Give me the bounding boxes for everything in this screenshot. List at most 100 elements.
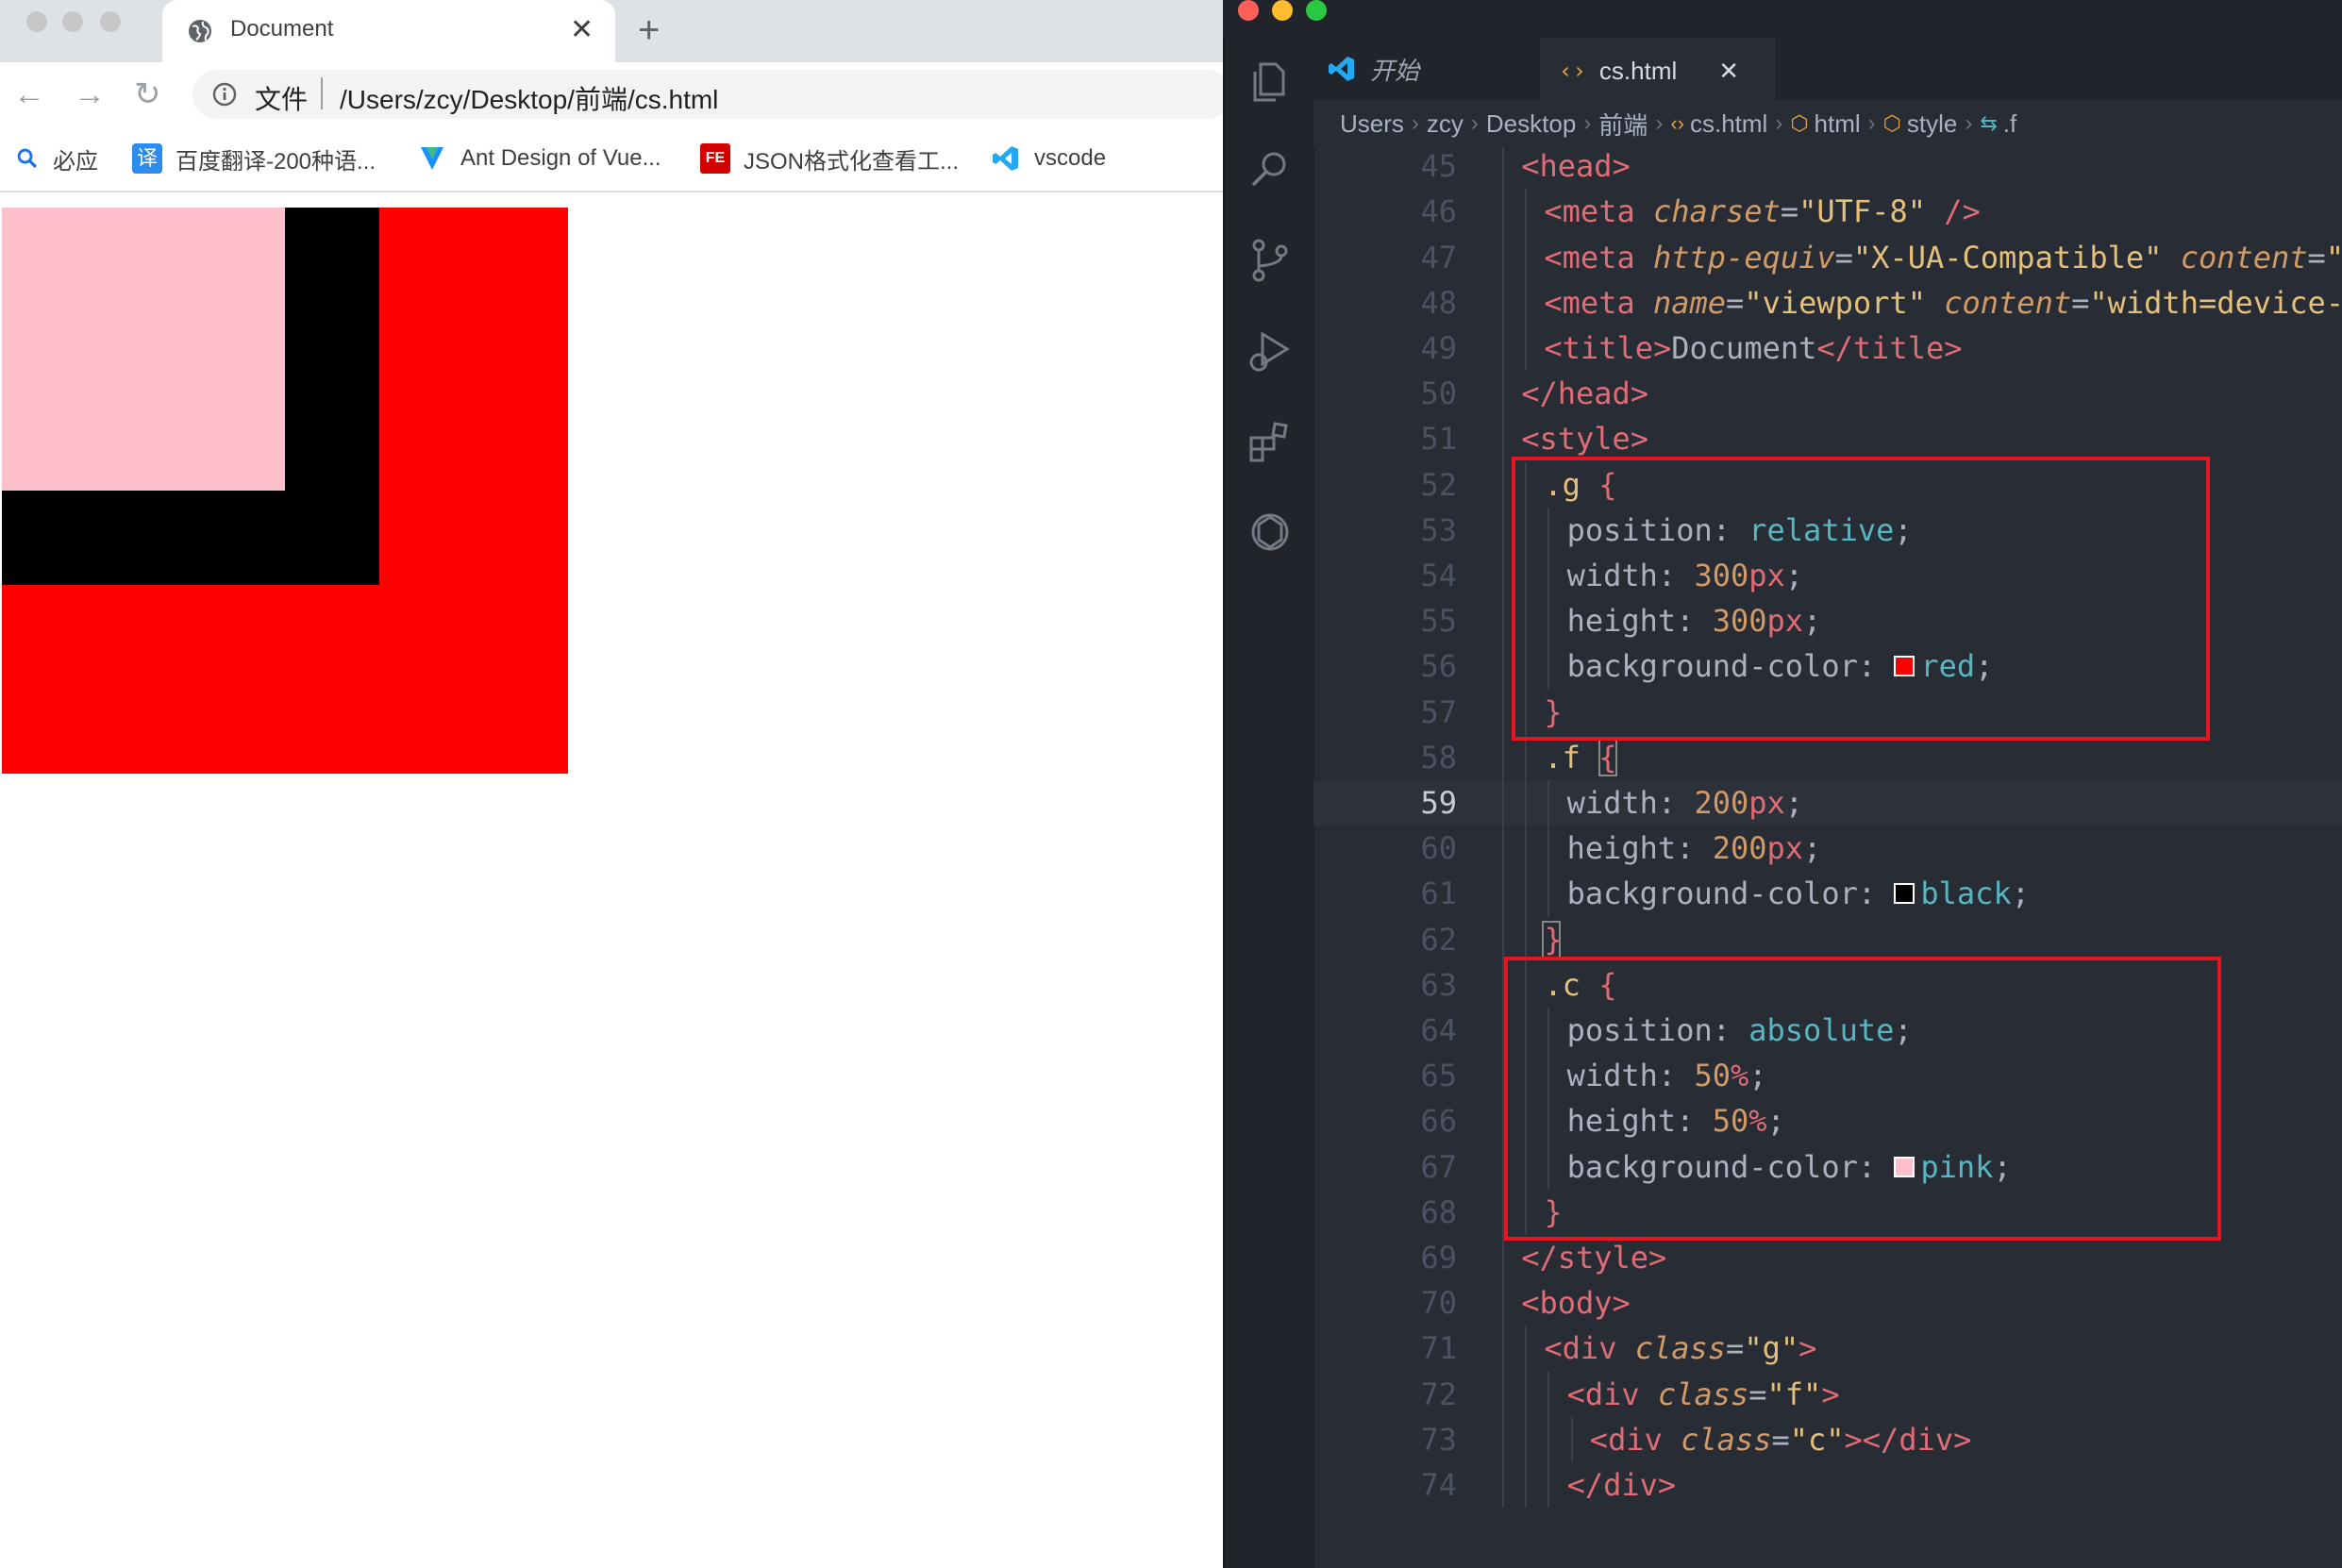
zoom-window-button[interactable] [1306,0,1327,21]
address-bar[interactable]: 文件 /Users/zcy/Desktop/前端/cs.html [192,70,1223,119]
forward-button[interactable]: → [74,75,106,113]
color-swatch[interactable] [1894,883,1915,905]
annotation-highlight-box [1512,456,2210,741]
breadcrumb-item[interactable]: style [1907,109,1957,139]
extensions-icon[interactable] [1246,417,1295,466]
line-number: 61 [1420,876,1457,912]
code-token: ; [1803,830,1822,867]
cube-icon: ⬡ [1790,111,1809,135]
tab-close-icon[interactable]: ✕ [570,13,594,47]
bookmark-bing[interactable]: 必应 [15,140,98,177]
breadcrumb-item[interactable]: Desktop [1486,109,1576,139]
breadcrumb-item[interactable]: cs.html [1690,109,1767,139]
breadcrumb-item[interactable]: Users [1340,109,1404,139]
code-editor[interactable]: 44<html lang="en">45<head>46<meta charse… [1313,147,2342,1568]
code-token: <head> [1521,148,1631,185]
breadcrumb-item[interactable]: zcy [1427,109,1464,139]
code-text: <meta http-equiv="X-UA-Compatible" conte… [1544,235,2342,280]
run-debug-icon[interactable] [1246,326,1295,375]
code-token: .f [1544,739,1581,776]
tab-cs-html[interactable]: ‹› cs.html ✕ [1540,38,1776,102]
line-number: 71 [1420,1330,1457,1367]
code-line[interactable]: 47 <meta http-equiv="X-UA-Compatible" con… [1313,235,2342,280]
code-token: = [2307,239,2326,275]
code-line[interactable]: 45 <head> [1313,147,2342,189]
vscode-titlebar [1223,0,2342,38]
code-line[interactable]: 70 <body> [1313,1280,2342,1326]
code-token: width [1566,785,1658,821]
code-token: : [1857,876,1895,912]
code-line[interactable]: 69 </style> [1313,1235,2342,1280]
page-viewport [0,192,1223,1568]
code-line[interactable]: 46 <meta charset="UTF-8" /> [1313,189,2342,234]
code-line[interactable]: 58 .f { [1313,735,2342,780]
code-line[interactable]: 60 height: 200px; [1313,826,2342,871]
tab-title: Document [230,16,334,42]
code-line[interactable]: 72 <div class="f"> [1313,1372,2342,1417]
code-token: Document [1671,330,1817,366]
code-line[interactable]: 51 <style> [1313,416,2342,461]
code-token: <div [1589,1421,1681,1458]
bookmark-label: vscode [1034,145,1107,171]
bookmark-label: Ant Design of Vue... [460,145,661,171]
code-text: <body> [1521,1280,1631,1326]
browser-tab[interactable]: Document ✕ [162,0,615,62]
code-text: <title>Document</title> [1544,325,1962,371]
line-number: 70 [1420,1285,1457,1322]
indent-guide [1525,1326,1528,1509]
browser-window: Document ✕ + ← → ↻ 文件 /Users/zcy/Desktop… [0,0,1223,1568]
code-token: </title> [1816,330,1963,366]
openai-icon[interactable] [1246,508,1295,557]
code-line[interactable]: 73 <div class="c"></div> [1313,1417,2342,1462]
source-control-icon[interactable] [1246,236,1295,285]
activity-bar [1223,38,1315,1568]
bookmark-ant-design-vue[interactable]: Ant Design of Vue... [417,140,661,177]
line-number: 74 [1420,1467,1457,1503]
code-text: <head> [1521,147,1631,189]
bookmark-json-formatter[interactable]: FE JSON格式化查看工... [700,140,959,177]
tab-close-icon[interactable]: ✕ [1718,57,1739,86]
line-number: 46 [1420,193,1457,230]
bracket-match-marker [1542,920,1562,959]
code-token: ; [1784,785,1804,821]
code-text: background-color: black; [1567,871,2030,916]
code-line[interactable]: 48 <meta name="viewport" content="width=d… [1313,280,2342,325]
close-window-button[interactable] [1238,0,1259,21]
new-tab-button[interactable]: + [638,9,660,51]
code-line[interactable]: 74 </div> [1313,1462,2342,1508]
zoom-window-button[interactable] [100,11,121,32]
box-c-pink [2,208,285,491]
box-f-black [2,208,379,585]
code-token: px [1748,785,1785,821]
code-text: </head> [1521,371,1648,416]
url-text[interactable]: /Users/zcy/Desktop/前端/cs.html [340,79,718,117]
breadcrumb-item[interactable]: 前端 [1598,107,1648,142]
tab-label: 开始 [1370,56,1420,85]
tab-welcome[interactable]: 开始 [1313,38,1540,100]
reload-button[interactable]: ↻ [134,75,161,113]
code-line[interactable]: 59 width: 200px; [1313,780,2342,826]
code-line[interactable]: 62} [1313,917,2342,962]
info-icon[interactable] [211,81,238,108]
minimize-window-button[interactable] [62,11,83,32]
search-icon[interactable] [1246,145,1295,194]
code-token: "g" [1744,1330,1799,1367]
code-line[interactable]: 50 </head> [1313,371,2342,416]
code-line[interactable]: 49 <title>Document</title> [1313,325,2342,371]
code-line[interactable]: 71 <div class="g"> [1313,1326,2342,1371]
bookmark-baidu-translate[interactable]: 译 百度翻译-200种语... [132,140,376,177]
bookmark-vscode[interactable]: vscode [991,140,1106,177]
code-text: <div class="g"> [1544,1326,1816,1371]
code-line[interactable]: 61 background-color: black; [1313,871,2342,916]
minimize-window-button[interactable] [1272,0,1293,21]
vscode-icon [1329,57,1354,81]
close-window-button[interactable] [26,11,47,32]
code-token: background-color [1566,876,1858,912]
breadcrumb-item[interactable]: html [1815,109,1861,139]
back-button[interactable]: ← [13,75,45,113]
breadcrumb-item[interactable]: .f [2003,109,2016,139]
breadcrumb: Users › zcy › Desktop › 前端 › ‹› cs.html › ⬡ htm… [1313,100,2342,147]
indent-guide [1570,1416,1573,1462]
files-icon[interactable] [1246,57,1295,106]
chevron-right-icon: › [1470,110,1479,136]
